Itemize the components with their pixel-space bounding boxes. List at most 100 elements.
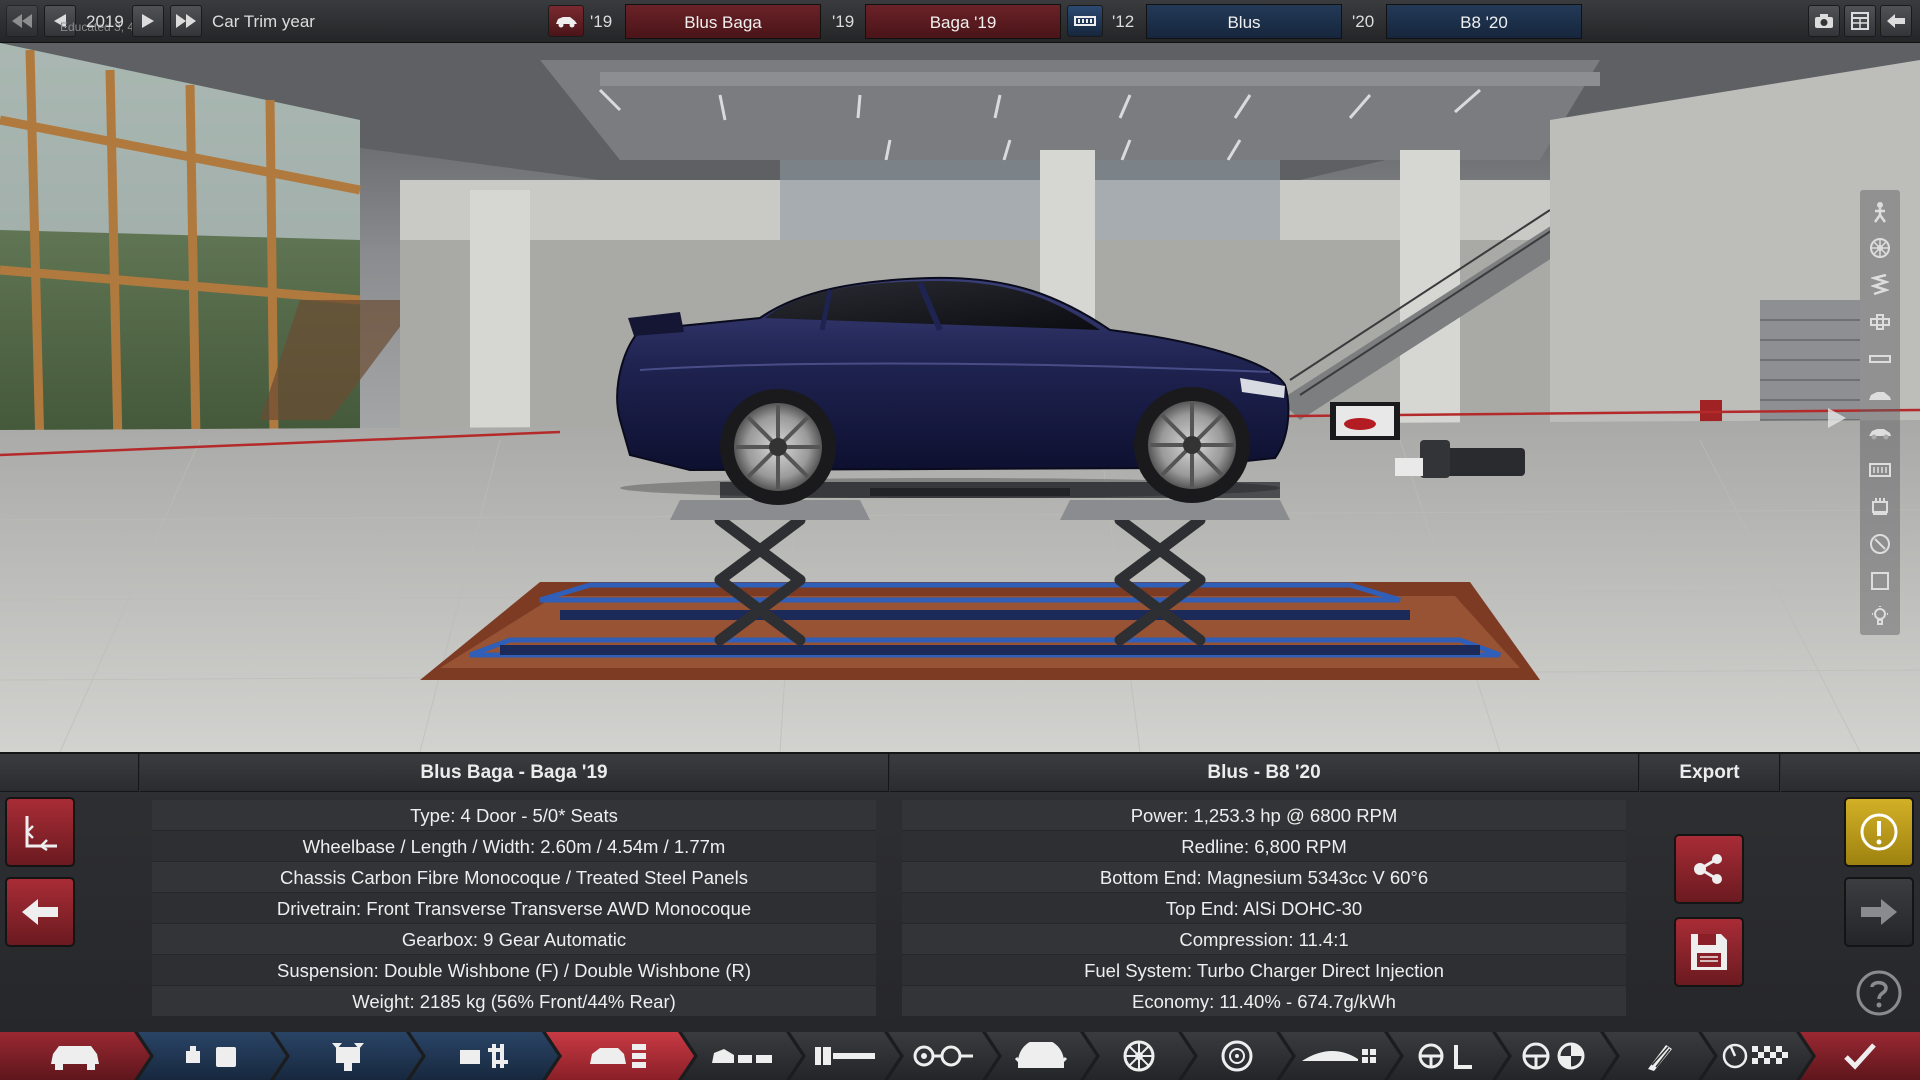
measure-icon <box>25 816 57 852</box>
warning-button[interactable] <box>1844 797 1914 867</box>
measure-button[interactable] <box>5 797 75 867</box>
car-spec-row: Chassis Carbon Fibre Monocoque / Treated… <box>152 862 876 893</box>
tab-confirm[interactable] <box>1800 1032 1920 1080</box>
engine-icon[interactable] <box>1067 5 1103 37</box>
right-header-spacer <box>1781 754 1920 792</box>
tab-safety[interactable] <box>1496 1032 1616 1080</box>
car-spec-row: Type: 4 Door - 5/0* Seats <box>152 800 876 831</box>
tab-drivetrain[interactable] <box>888 1032 998 1080</box>
showroom-scene <box>0 43 1920 752</box>
light-icon[interactable] <box>1866 602 1894 630</box>
top-toolbar: Educated 3, 4.0 2019 Car Trim year '19 B… <box>0 0 1920 43</box>
engine-icon <box>326 1039 370 1073</box>
car-spec-row: Suspension: Double Wishbone (F) / Double… <box>152 955 876 986</box>
play-icon[interactable] <box>132 5 164 37</box>
paint-icon <box>1642 1039 1676 1073</box>
help-icon <box>1856 970 1902 1016</box>
trim-year-label: Car Trim year <box>212 12 315 31</box>
tab-brakes[interactable] <box>1182 1032 1292 1080</box>
car-spec-row: Gearbox: 9 Gear Automatic <box>152 924 876 955</box>
right-arrow-icon <box>1861 899 1897 925</box>
engine-spec-list: Power: 1,253.3 hp @ 6800 RPM Redline: 6,… <box>902 800 1626 1017</box>
engine-variant-selector[interactable]: B8 '20 <box>1386 4 1582 39</box>
drivetrain-icon <box>911 1043 975 1069</box>
tab-engine-parts[interactable] <box>138 1032 286 1080</box>
trim-year-short: '19 <box>832 12 855 31</box>
tab-engine-tune[interactable] <box>410 1032 558 1080</box>
tab-steering[interactable] <box>1388 1032 1508 1080</box>
spring-icon[interactable] <box>1866 271 1894 299</box>
wheel-icon[interactable] <box>1866 234 1894 262</box>
tool-icon[interactable] <box>1866 308 1894 336</box>
camera-icon[interactable] <box>1808 5 1840 37</box>
fast-forward-icon[interactable] <box>170 5 202 37</box>
engine-block-icon[interactable] <box>1866 493 1894 521</box>
car-icon <box>47 1040 103 1072</box>
aero-icon <box>1300 1043 1380 1069</box>
gearbox-icon <box>1014 1042 1068 1070</box>
calculator-icon[interactable] <box>1844 5 1876 37</box>
body-icon <box>710 1045 774 1067</box>
engine-spec-row: Economy: 11.40% - 674.7g/kWh <box>902 986 1626 1017</box>
engine-spec-row: Top End: AlSi DOHC-30 <box>902 893 1626 924</box>
car-spec-heading: Blus Baga - Baga '19 <box>140 754 889 792</box>
save-button[interactable] <box>1674 917 1744 987</box>
showroom-viewport[interactable] <box>0 0 1920 752</box>
next-button[interactable] <box>1844 877 1914 947</box>
engine-tune-icon <box>456 1040 512 1072</box>
tab-gearbox[interactable] <box>986 1032 1096 1080</box>
rewind-icon[interactable] <box>6 5 38 37</box>
person-icon[interactable] <box>1866 198 1894 226</box>
trim-selector[interactable]: Baga '19 <box>865 4 1061 39</box>
share-icon <box>1694 854 1722 884</box>
engine-family-year-short: '12 <box>1112 12 1135 31</box>
back-arrow-icon[interactable] <box>1880 5 1912 37</box>
info-panel: Blus Baga - Baga '19 Type: 4 Door - 5/0*… <box>0 752 1920 1032</box>
tab-chassis[interactable] <box>790 1032 900 1080</box>
tab-body[interactable] <box>682 1032 802 1080</box>
suspension-icon <box>1122 1039 1156 1073</box>
year-value: 2019 <box>86 12 124 31</box>
bar-icon[interactable] <box>1866 345 1894 373</box>
left-arrow-icon <box>22 899 58 925</box>
gauge-icon[interactable] <box>1866 530 1894 558</box>
steering-icon <box>1416 1041 1480 1071</box>
car-side-icon[interactable] <box>1866 419 1894 447</box>
confirm-icon <box>1844 1043 1876 1070</box>
share-button[interactable] <box>1674 834 1744 904</box>
square-icon[interactable] <box>1866 567 1894 595</box>
tab-car[interactable] <box>0 1032 150 1080</box>
car-spec-row: Wheelbase / Length / Width: 2.60m / 4.54… <box>152 831 876 862</box>
engine-family-selector[interactable]: Blus <box>1146 4 1342 39</box>
car-body-icon[interactable] <box>1866 382 1894 410</box>
engine-parts-icon <box>180 1041 244 1071</box>
tab-paint[interactable] <box>1604 1032 1714 1080</box>
grill-icon[interactable] <box>1866 456 1894 484</box>
engine-spec-row: Power: 1,253.3 hp @ 6800 RPM <box>902 800 1626 831</box>
warning-icon <box>1860 813 1898 851</box>
tab-engine[interactable] <box>274 1032 422 1080</box>
car-spec-row: Weight: 2185 kg (56% Front/44% Rear) <box>152 986 876 1017</box>
engine-spec-row: Redline: 6,800 RPM <box>902 831 1626 862</box>
chassis-icon <box>813 1045 877 1067</box>
tab-aero[interactable] <box>1280 1032 1400 1080</box>
tab-suspension[interactable] <box>1084 1032 1194 1080</box>
back-button[interactable] <box>5 877 75 947</box>
help-button[interactable] <box>1844 958 1914 1028</box>
export-heading: Export <box>1640 754 1780 792</box>
engine-spec-row: Compression: 11.4:1 <box>902 924 1626 955</box>
car-spec-list: Type: 4 Door - 5/0* Seats Wheelbase / Le… <box>152 800 876 1017</box>
designer-tabs <box>0 1032 1920 1080</box>
brakes-icon <box>1220 1039 1254 1073</box>
car-icon[interactable] <box>548 5 584 37</box>
view-tools <box>1860 190 1900 635</box>
tab-car-trim[interactable] <box>546 1032 694 1080</box>
engine-spec-row: Bottom End: Magnesium 5343cc V 60°6 <box>902 862 1626 893</box>
test-icon <box>1722 1042 1792 1070</box>
model-year-short: '19 <box>590 12 613 31</box>
safety-icon <box>1521 1041 1591 1071</box>
model-selector[interactable]: Blus Baga <box>625 4 821 39</box>
engine-spec-heading: Blus - B8 '20 <box>890 754 1639 792</box>
tab-test[interactable] <box>1702 1032 1812 1080</box>
save-icon <box>1691 934 1727 970</box>
